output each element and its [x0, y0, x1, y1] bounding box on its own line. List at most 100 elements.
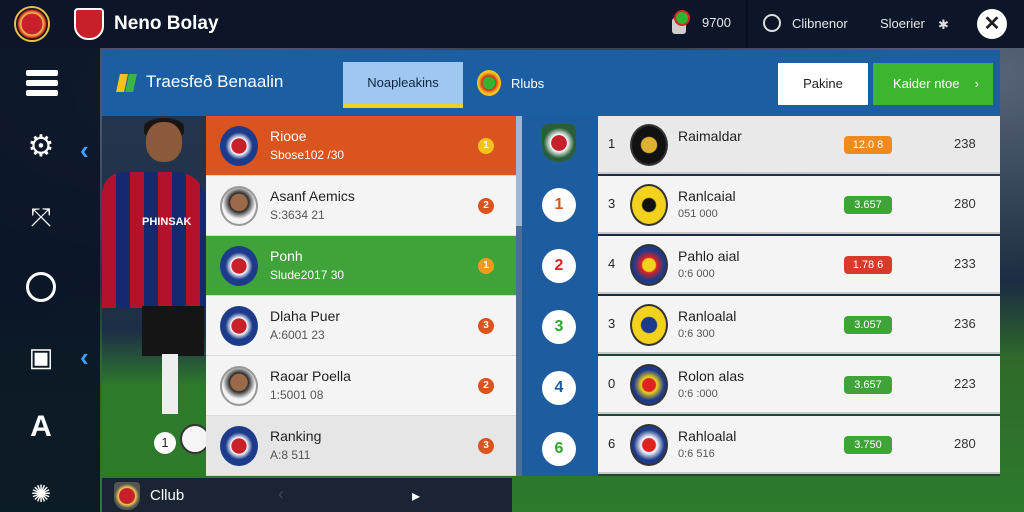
rank-cell: 4 [608, 256, 616, 271]
table-row[interactable]: 3 Ranloalal 0:6 300 3.057 236 [598, 296, 1000, 354]
status-badge: 3 [478, 438, 494, 454]
ranking-button[interactable]: Pakine [778, 63, 868, 105]
player-head [146, 122, 182, 162]
bottom-bar: Cllub ‹ [102, 478, 512, 512]
table-row[interactable]: 3 Ranlcaial 051 000 3.657 280 [598, 176, 1000, 234]
team-logo-icon [630, 424, 668, 466]
top-bar: Neno Bolay 9700 Clibnenor Sloerier ✱ ✕ [0, 0, 1024, 48]
status-badge: 1 [478, 138, 494, 154]
primary-action-button[interactable]: Kaider ntoe › [873, 63, 993, 105]
next-arrow-icon[interactable]: ▸ [412, 486, 420, 506]
table-row[interactable]: 4 Pahlo aial 0:6 000 1.78 6 233 [598, 236, 1000, 294]
primary-action-label: Kaider ntoe [893, 76, 960, 91]
tab-active[interactable]: Noapleakins [343, 62, 463, 108]
team-logo-icon [630, 364, 668, 406]
toolbar: Traesfeð Benaalin Noapleakins Rlubs Paki… [102, 50, 1000, 116]
user-label[interactable]: Clibnenor [792, 16, 848, 31]
points-cell: 223 [954, 376, 976, 391]
item-subtitle: Slude2017 30 [270, 268, 345, 282]
coins-icon [668, 8, 692, 36]
featured-player-image: PHINSAK 1 [102, 116, 206, 476]
team-subtitle: 0:6 000 [678, 268, 715, 280]
status-badge: 2 [478, 378, 494, 394]
table-row[interactable]: 0 Rolon alas 0:6 :000 3.657 223 [598, 356, 1000, 414]
coins-value: 9700 [702, 14, 731, 30]
club-crest-icon [220, 246, 258, 286]
team-name: Pahlo aial [678, 248, 740, 264]
position-badge[interactable]: 1 [542, 188, 576, 222]
club-logo-icon[interactable] [14, 6, 50, 42]
team-subtitle: 0:6 300 [678, 328, 715, 340]
tactics-icon[interactable]: ⤧ [24, 200, 58, 234]
ranking-table: 1 Raimaldar 12.0 8 238 3 Ranlcaial 051 000 3.65… [598, 116, 1000, 476]
gear-icon[interactable]: ⚙ [24, 130, 58, 164]
club-crest-icon [220, 306, 258, 346]
status-badge: 1 [478, 258, 494, 274]
club-crest-icon [542, 124, 576, 162]
spinner-icon: ✺ [30, 481, 52, 508]
rank-cell: 1 [608, 136, 616, 151]
rating-pill: 12.0 8 [844, 136, 892, 154]
club-doc-icon[interactable]: ▣ [24, 340, 58, 374]
position-badge[interactable]: 4 [542, 371, 576, 405]
player-number-badge: 1 [154, 432, 176, 454]
top-divider [746, 0, 748, 48]
item-name: Raoar Poella [270, 368, 351, 384]
team-subtitle: 0:6 :000 [678, 388, 718, 400]
rating-pill: 3.657 [844, 376, 892, 394]
table-row[interactable]: 6 Rahloalal 0:6 516 3.750 280 [598, 416, 1000, 474]
menu-icon[interactable] [26, 70, 58, 96]
item-name: Asanf Aemics [270, 188, 355, 204]
status-badge: 3 [478, 318, 494, 334]
position-badge[interactable]: 6 [542, 432, 576, 466]
player-avatar [220, 186, 258, 226]
toolbar-title: Traesfeð Benaalin [146, 72, 284, 91]
club-label[interactable]: Cllub [150, 487, 184, 504]
user-icon[interactable] [763, 14, 781, 32]
item-subtitle: A:8 511 [270, 448, 311, 462]
item-name: Riooe [270, 128, 307, 144]
table-row[interactable]: 1 Raimaldar 12.0 8 238 [598, 116, 1000, 174]
position-badge[interactable]: 2 [542, 249, 576, 283]
settings-icon[interactable]: ✱ [938, 17, 949, 33]
text-a-icon[interactable]: A [24, 410, 58, 444]
item-name: Ranking [270, 428, 322, 444]
list-item[interactable]: Ranking A:8 511 3 [206, 416, 516, 476]
item-subtitle: Sbose102 /30 [270, 148, 345, 162]
points-cell: 238 [954, 136, 976, 151]
list-item[interactable]: Dlaha Puer A:6001 23 3 [206, 296, 516, 356]
points-cell: 280 [954, 196, 976, 211]
list-item[interactable]: Riooe Sbose102 /30 1 [206, 116, 516, 176]
player-shorts [142, 306, 204, 356]
chevron-left-icon[interactable]: ‹ [80, 344, 94, 370]
rank-cell: 0 [608, 376, 616, 391]
app-title: Neno Bolay [114, 13, 219, 34]
item-subtitle: A:6001 23 [270, 328, 325, 342]
club-crest-icon [220, 126, 258, 166]
club-badge-icon[interactable] [74, 8, 104, 40]
club-crest-icon [220, 426, 258, 466]
clubs-tab-icon[interactable] [477, 70, 501, 96]
transfer-icon [118, 72, 138, 94]
team-name: Rolon alas [678, 368, 745, 384]
list-item[interactable]: Raoar Poella 1:5001 08 2 [206, 356, 516, 416]
status-badge: 2 [478, 198, 494, 214]
player-shirt [102, 172, 206, 308]
coins-display[interactable]: 9700 [668, 8, 731, 36]
team-name: Rahloalal [678, 428, 737, 444]
prev-arrow-icon[interactable]: ‹ [278, 484, 284, 505]
list-item[interactable]: Ponh Slude2017 30 1 [206, 236, 516, 296]
player-leg [162, 354, 178, 414]
ring-icon[interactable] [26, 272, 56, 302]
team-logo-icon [630, 124, 668, 166]
list-item[interactable]: Asanf Aemics S:3634 21 2 [206, 176, 516, 236]
player-avatar [220, 366, 258, 406]
item-subtitle: S:3634 21 [270, 208, 325, 222]
position-badge[interactable]: 3 [542, 310, 576, 344]
tab-clubs[interactable]: Rlubs [511, 76, 544, 91]
team-subtitle: 0:6 516 [678, 448, 715, 460]
points-cell: 280 [954, 436, 976, 451]
chevron-left-icon[interactable]: ‹ [80, 137, 94, 163]
close-button[interactable]: ✕ [977, 9, 1007, 39]
settings-label[interactable]: Sloerier [880, 16, 925, 31]
